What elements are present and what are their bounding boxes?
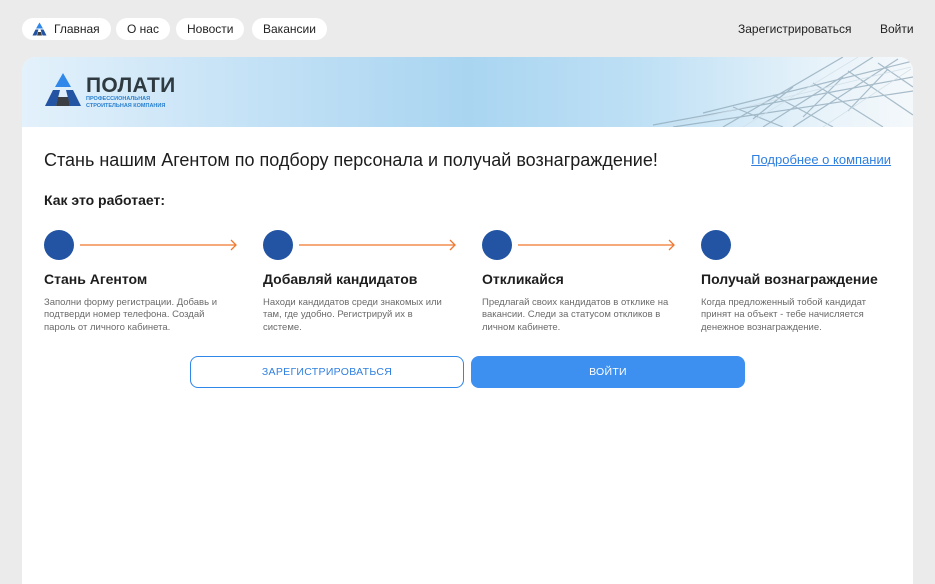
brand-logo-icon <box>45 73 81 106</box>
nav-news-label: Новости <box>187 22 234 36</box>
nav-home-pill[interactable]: Главная <box>22 18 111 40</box>
step-title: Получай вознаграждение <box>701 271 878 287</box>
step-marker-2 <box>263 230 293 260</box>
nav-jobs-label: Вакансии <box>263 22 316 36</box>
company-details-link[interactable]: Подробнее о компании <box>751 152 891 167</box>
step-marker-4 <box>701 230 731 260</box>
nav-login-link[interactable]: Войти <box>880 18 914 40</box>
step-description: Заполни форму регистрации. Добавь и подт… <box>44 297 217 333</box>
nav-about-pill[interactable]: О нас <box>116 18 170 40</box>
login-button[interactable]: Войти <box>471 356 745 388</box>
step-title: Стань Агентом <box>44 271 148 287</box>
step-description: Когда предложенный тобой кандидат принят… <box>701 297 867 333</box>
brand-name: ПОЛАТИ <box>86 74 176 97</box>
company-logo-icon <box>32 22 47 36</box>
register-button[interactable]: Зарегистрироваться <box>190 356 464 388</box>
top-navigation: Главная О нас Новости Вакансии Зарегистр… <box>0 0 935 57</box>
arrow-right-icon <box>299 239 456 251</box>
step-title: Добавляй кандидатов <box>263 271 418 287</box>
step-marker-3 <box>482 230 512 260</box>
nav-register-link[interactable]: Зарегистрироваться <box>738 18 851 40</box>
nav-about-label: О нас <box>127 22 159 36</box>
nav-jobs-pill[interactable]: Вакансии <box>252 18 327 40</box>
nav-news-pill[interactable]: Новости <box>176 18 245 40</box>
nav-home-label: Главная <box>54 22 100 36</box>
step-description: Предлагай своих кандидатов в отклике на … <box>482 297 669 333</box>
brand-tagline: Профессиональная строительная компания <box>86 96 166 109</box>
brand-banner: ПОЛАТИ Профессиональная строительная ком… <box>22 57 913 127</box>
page-headline: Стань нашим Агентом по подбору персонала… <box>44 150 658 170</box>
arrow-right-icon <box>80 239 237 251</box>
step-title: Откликайся <box>482 271 564 287</box>
main-card: ПОЛАТИ Профессиональная строительная ком… <box>22 57 913 584</box>
step-marker-1 <box>44 230 74 260</box>
scaffold-illustration <box>652 57 913 127</box>
arrow-right-icon <box>518 239 675 251</box>
step-description: Находи кандидатов среди знакомых или там… <box>263 297 442 333</box>
how-it-works-title: Как это работает: <box>44 192 166 208</box>
